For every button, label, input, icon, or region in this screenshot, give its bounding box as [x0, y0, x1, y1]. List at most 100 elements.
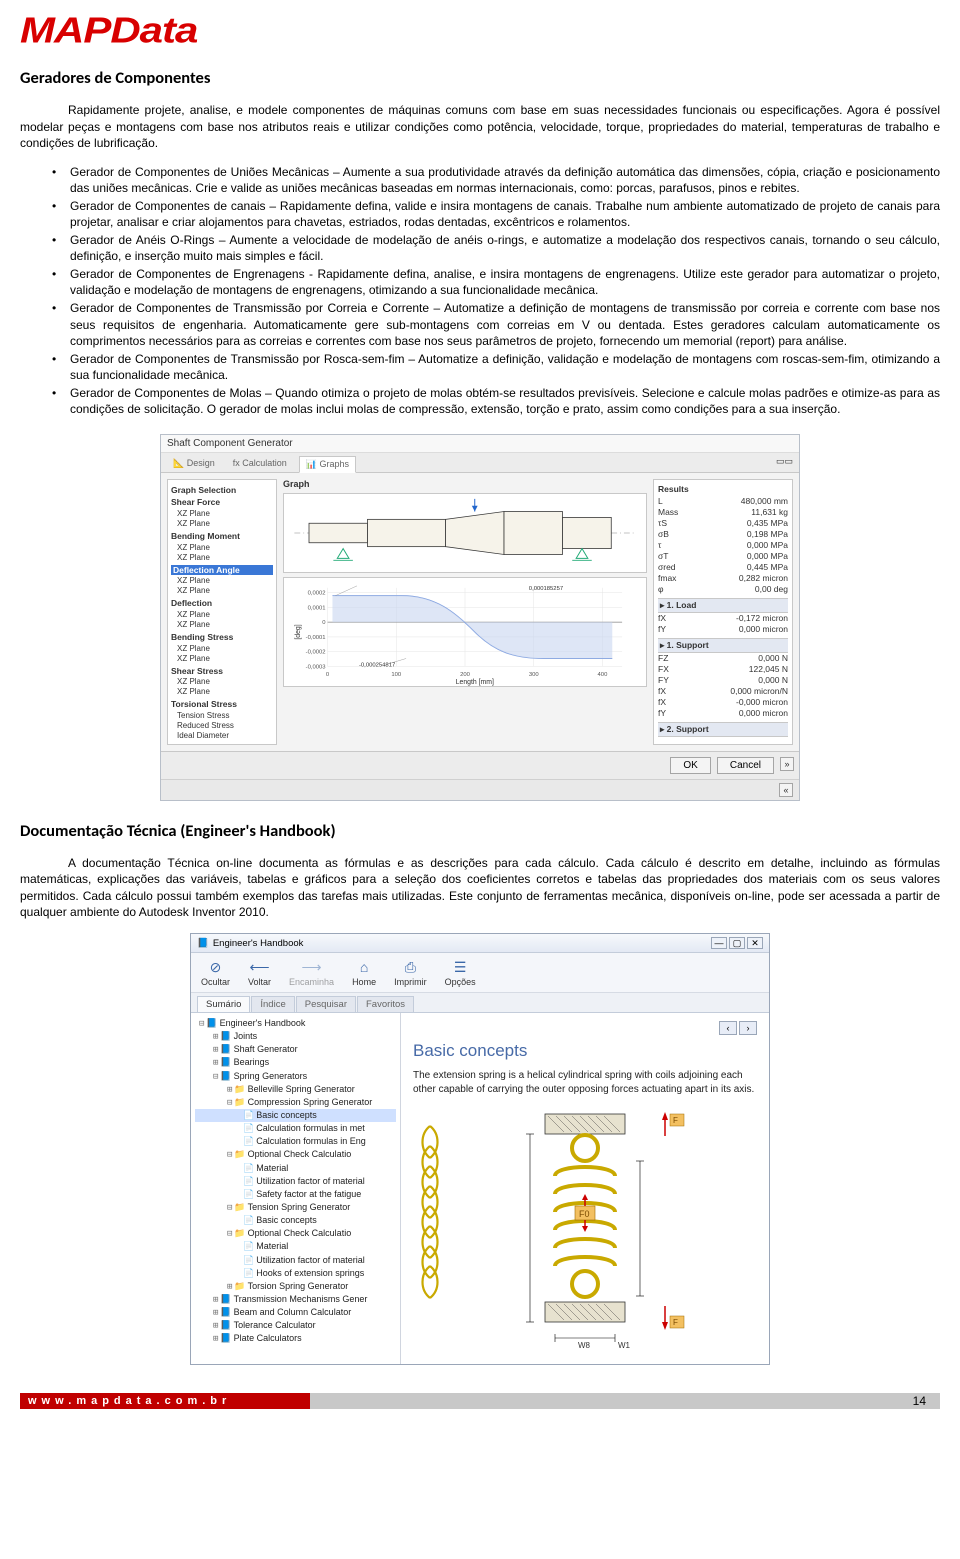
tab-indice[interactable]: Índice — [251, 996, 294, 1012]
result-row: fY0,000 micron — [658, 624, 788, 635]
toolbar-mini-icon[interactable]: ▭▭ — [776, 456, 793, 472]
graph-selection-item[interactable]: XZ Plane — [171, 576, 273, 586]
graph-selection-item[interactable]: Reduced Stress — [171, 721, 273, 731]
tree-node[interactable]: ⊟Optional Check Calculatio — [195, 1148, 396, 1161]
graph-selection-item[interactable]: Bending Moment — [171, 531, 273, 542]
results-panel: Results L480,000 mmMass11,631 kgτS0,435 … — [653, 479, 793, 745]
graph-selection-item[interactable]: XZ Plane — [171, 519, 273, 529]
tab-pesquisar[interactable]: Pesquisar — [296, 996, 356, 1012]
graph-selection-item[interactable]: Tension Stress — [171, 711, 273, 721]
tree-node[interactable]: Calculation formulas in Eng — [195, 1135, 396, 1148]
tool-home[interactable]: ⌂Home — [352, 958, 376, 987]
graph-selection-item[interactable]: Torsional Stress — [171, 699, 273, 710]
tree-node[interactable]: Utilization factor of material — [195, 1254, 396, 1267]
result-row: fmax0,282 micron — [658, 573, 788, 584]
tree-node[interactable]: Material — [195, 1162, 396, 1175]
ok-button[interactable]: OK — [670, 757, 710, 774]
tree-node[interactable]: ⊞Tolerance Calculator — [195, 1319, 396, 1332]
graph-selection-item[interactable]: XZ Plane — [171, 687, 273, 697]
graph-selection-item[interactable]: XZ Plane — [171, 644, 273, 654]
tree-node[interactable]: ⊟Spring Generators — [195, 1070, 396, 1083]
tree-node[interactable]: ⊞Bearings — [195, 1056, 396, 1069]
graph-selection-item[interactable]: XZ Plane — [171, 654, 273, 664]
tab-sumario[interactable]: Sumário — [197, 996, 250, 1012]
result-row: fY0,000 micron — [658, 708, 788, 719]
tree-node[interactable]: Basic concepts — [195, 1214, 396, 1227]
graph-selection-item[interactable]: Ideal Diameter — [171, 731, 273, 741]
list-item: Gerador de Componentes de Transmissão po… — [52, 300, 940, 350]
svg-text:400: 400 — [598, 672, 609, 678]
minimize-icon[interactable]: — — [711, 937, 727, 949]
graph-selection-item[interactable]: XZ Plane — [171, 677, 273, 687]
nav-next-icon[interactable]: › — [739, 1021, 757, 1035]
graph-selection-item[interactable]: XZ Plane — [171, 610, 273, 620]
tree-node[interactable]: Basic concepts — [195, 1109, 396, 1122]
graph-selection-item[interactable]: XZ Plane — [171, 586, 273, 596]
tree-node[interactable]: ⊞Belleville Spring Generator — [195, 1083, 396, 1096]
list-item: Gerador de Componentes de Transmissão po… — [52, 351, 940, 384]
graph-selection-item[interactable]: Shear Force — [171, 497, 273, 508]
tool-options[interactable]: ☰Opções — [445, 958, 476, 987]
tool-back[interactable]: ⟵Voltar — [248, 958, 271, 987]
nav-prev-icon[interactable]: ‹ — [719, 1021, 737, 1035]
tree-node[interactable]: Material — [195, 1240, 396, 1253]
tree-node[interactable]: ⊟Optional Check Calculatio — [195, 1227, 396, 1240]
section-title-geradores: Geradores de Componentes — [20, 68, 940, 88]
tree-node[interactable]: ⊞Plate Calculators — [195, 1332, 396, 1345]
handbook-toolbar: ⊘Ocultar ⟵Voltar ⟶Encaminha ⌂Home ⎙Impri… — [191, 953, 769, 993]
tool-hide[interactable]: ⊘Ocultar — [201, 958, 230, 987]
svg-text:100: 100 — [391, 672, 402, 678]
graph-selection-panel: Graph Selection Shear Force XZ Plane XZ … — [167, 479, 277, 745]
tab-calculation[interactable]: fx Calculation — [227, 456, 293, 472]
tree-node[interactable]: ⊞Transmission Mechanisms Gener — [195, 1293, 396, 1306]
tree-node[interactable]: ⊟Tension Spring Generator — [195, 1201, 396, 1214]
tree-node[interactable]: ⊞Joints — [195, 1030, 396, 1043]
tree-node[interactable]: Calculation formulas in met — [195, 1122, 396, 1135]
support2-section[interactable]: ▸ 2. Support — [658, 722, 788, 737]
collapse-icon[interactable]: « — [779, 783, 793, 797]
list-item: Gerador de Anéis O-Rings – Aumente a vel… — [52, 232, 940, 265]
dialog-tabs: 📐 Design fx Calculation 📊 Graphs ▭▭ — [161, 453, 799, 473]
load-section[interactable]: ▸ 1. Load — [658, 598, 788, 613]
expand-icon[interactable]: » — [780, 757, 794, 771]
maximize-icon[interactable]: ▢ — [729, 937, 745, 949]
graph-selection-item[interactable]: Deflection Angle — [171, 565, 273, 576]
section-title-handbook: Documentação Técnica (Engineer's Handboo… — [20, 821, 940, 841]
svg-text:200: 200 — [460, 672, 471, 678]
tree-node[interactable]: ⊟Engineer's Handbook — [195, 1017, 396, 1030]
svg-text:0: 0 — [326, 672, 330, 678]
tab-graphs[interactable]: 📊 Graphs — [299, 456, 356, 473]
svg-text:0,000185257: 0,000185257 — [529, 586, 563, 592]
tree-node[interactable]: Hooks of extension springs — [195, 1267, 396, 1280]
tree-node[interactable]: ⊞Shaft Generator — [195, 1043, 396, 1056]
tool-print[interactable]: ⎙Imprimir — [394, 958, 427, 987]
tree-node[interactable]: Utilization factor of material — [195, 1175, 396, 1188]
svg-text:Length [mm]: Length [mm] — [456, 679, 494, 686]
handbook-tree[interactable]: ⊟Engineer's Handbook⊞Joints⊞Shaft Genera… — [191, 1013, 401, 1364]
tool-forward[interactable]: ⟶Encaminha — [289, 958, 334, 987]
graph-selection-item[interactable]: XZ Plane — [171, 543, 273, 553]
tree-node[interactable]: Safety factor at the fatigue — [195, 1188, 396, 1201]
handbook-icon: 📘 — [197, 938, 209, 949]
graph-selection-item[interactable]: Bending Stress — [171, 632, 273, 643]
close-icon[interactable]: ✕ — [747, 937, 763, 949]
svg-text:-0,0001: -0,0001 — [306, 635, 326, 641]
tree-node[interactable]: ⊞Torsion Spring Generator — [195, 1280, 396, 1293]
cancel-button[interactable]: Cancel — [717, 757, 774, 774]
tree-node[interactable]: ⊞Beam and Column Calculator — [195, 1306, 396, 1319]
graph-selection-item[interactable]: XZ Plane — [171, 509, 273, 519]
svg-text:0,0002: 0,0002 — [308, 591, 326, 597]
graph-selection-item[interactable]: XZ Plane — [171, 620, 273, 630]
generators-list: Gerador de Componentes de Uniões Mecânic… — [20, 164, 940, 418]
svg-text:-0,000254817: -0,000254817 — [359, 662, 395, 668]
tab-design[interactable]: 📐 Design — [167, 456, 221, 472]
graph-selection-item[interactable]: XZ Plane — [171, 553, 273, 563]
tree-node[interactable]: ⊟Compression Spring Generator — [195, 1096, 396, 1109]
handbook-window: 📘 Engineer's Handbook — ▢ ✕ ⊘Ocultar ⟵Vo… — [190, 933, 770, 1365]
support-section[interactable]: ▸ 1. Support — [658, 638, 788, 653]
content-paragraph: The extension spring is a helical cylind… — [413, 1069, 757, 1096]
tab-favoritos[interactable]: Favoritos — [357, 996, 414, 1012]
graph-selection-item[interactable]: Deflection — [171, 598, 273, 609]
list-item: Gerador de Componentes de canais – Rapid… — [52, 198, 940, 231]
graph-selection-item[interactable]: Shear Stress — [171, 666, 273, 677]
